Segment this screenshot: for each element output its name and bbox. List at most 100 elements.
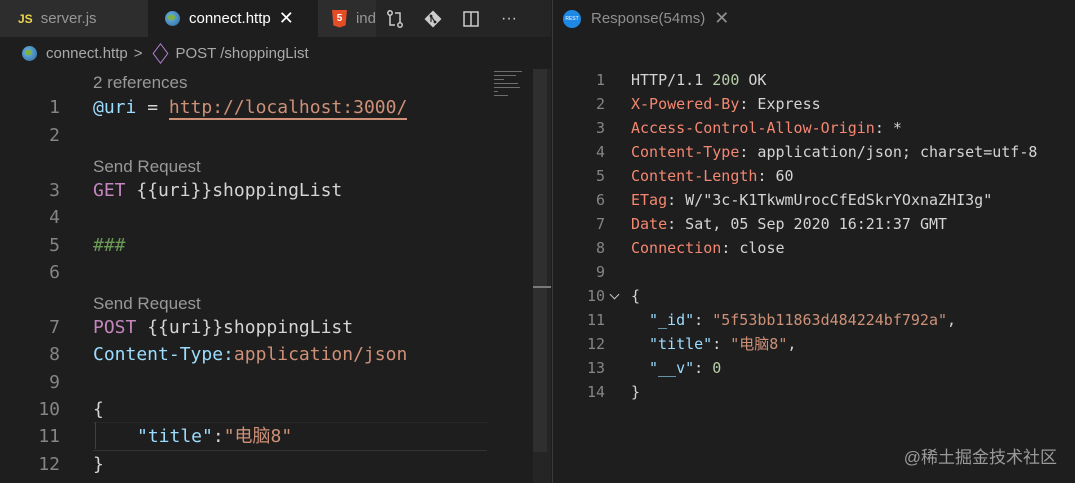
breadcrumb-symbol[interactable]: POST /shoppingList: [176, 45, 309, 62]
line-number: 4: [49, 207, 60, 228]
send-request-codelens[interactable]: Send Request: [93, 153, 201, 180]
response-line: 2 X-Powered-By: Express: [553, 92, 1075, 116]
line-number: 12: [586, 335, 605, 353]
url-link[interactable]: http://localhost:3000/: [168, 97, 408, 120]
response-line: 6 ETag: W/"3c-K1TkwmUrocCfEdSkrYOxnaZHI3…: [553, 188, 1075, 212]
line-number: 1: [49, 97, 60, 118]
line-number: 10: [38, 399, 60, 420]
response-pane: REST Response(54ms) ✕ 1 HTTP/1.1 200 OK …: [552, 0, 1075, 483]
http-method: POST: [93, 317, 137, 338]
line-number: 7: [49, 317, 60, 338]
minimap[interactable]: [494, 69, 532, 99]
symbol-cube-icon: [152, 42, 168, 64]
line-number: 11: [586, 311, 605, 329]
line-number: 6: [49, 262, 60, 283]
references-codelens[interactable]: 2 references: [93, 69, 188, 96]
json-colon: :: [694, 359, 713, 377]
response-line: 14 }: [553, 380, 1075, 404]
header-name: Content-Type: [631, 143, 740, 161]
line-number: 10: [586, 287, 605, 305]
js-file-icon: JS: [18, 11, 33, 26]
header-value: : application/json; charset=utf-8: [739, 143, 1038, 161]
line-number: 11: [38, 426, 60, 447]
header-name: Content-Type:: [93, 344, 234, 365]
tab-connect-http[interactable]: connect.http ✕: [148, 0, 318, 37]
line-number: 8: [595, 239, 605, 257]
editor-actions: ···: [376, 0, 551, 37]
close-icon[interactable]: ✕: [714, 8, 729, 29]
json-colon: :: [212, 426, 224, 447]
editor-scrollbar[interactable]: [533, 69, 551, 483]
line-number: 7: [595, 215, 605, 233]
header-value: : W/"3c-K1TkwmUrocCfEdSkrYOxnaZHI3g": [667, 191, 993, 209]
json-value: "5f53bb11863d484224bf792a": [712, 311, 948, 329]
code-line: 2: [0, 122, 532, 149]
header-name: Content-Length: [631, 167, 758, 185]
send-request-codelens[interactable]: Send Request: [93, 290, 201, 317]
code-line: 11 "title":"电脑8": [0, 423, 532, 450]
json-brace: }: [93, 454, 104, 475]
response-line: 1 HTTP/1.1 200 OK: [553, 68, 1075, 92]
breadcrumb-separator: >: [133, 44, 143, 62]
response-line: 12 "title": "电脑8",: [553, 332, 1075, 356]
scrollbar-cursor-marker: [533, 286, 551, 288]
line-number: 4: [595, 143, 605, 161]
response-line: 5 Content-Length: 60: [553, 164, 1075, 188]
line-number: 12: [38, 454, 60, 475]
git-button[interactable]: [414, 0, 452, 37]
code-editor[interactable]: 2 references 1 @uri = http://localhost:3…: [0, 69, 532, 483]
split-editor-button[interactable]: [452, 0, 490, 37]
line-number: 2: [49, 125, 60, 146]
request-separator: ###: [93, 235, 126, 256]
globe-icon: [165, 11, 180, 26]
response-line: 7 Date: Sat, 05 Sep 2020 16:21:37 GMT: [553, 212, 1075, 236]
open-changes-button[interactable]: [376, 0, 414, 37]
more-actions-icon: ···: [501, 9, 517, 27]
json-value: 0: [712, 359, 722, 377]
json-value: "电脑8": [223, 426, 293, 447]
variable-name: @uri: [93, 97, 137, 118]
header-value: : close: [721, 239, 785, 257]
request-target: {{uri}}shoppingList: [125, 180, 343, 201]
header-value: : 60: [757, 167, 794, 185]
breadcrumb: connect.http > POST /shoppingList: [0, 37, 551, 69]
line-number: 2: [595, 95, 605, 113]
request-target: {{uri}}shoppingList: [136, 317, 354, 338]
response-line: 4 Content-Type: application/json; charse…: [553, 140, 1075, 164]
header-value: application/json: [233, 344, 408, 365]
json-value: "电脑8": [730, 335, 788, 353]
tab-index-html[interactable]: 5 ind: [318, 0, 376, 37]
line-number: 3: [595, 119, 605, 137]
json-brace: }: [631, 383, 641, 401]
line-number: 5: [49, 235, 60, 256]
tab-response[interactable]: REST Response(54ms) ✕: [553, 0, 743, 37]
close-icon[interactable]: ✕: [279, 8, 294, 29]
code-line: 3 GET {{uri}}shoppingList: [0, 177, 532, 204]
html5-icon: 5: [332, 9, 347, 28]
rest-client-icon: REST: [563, 9, 581, 28]
tab-label: server.js: [40, 10, 97, 27]
json-comma: ,: [947, 311, 957, 329]
code-line: 9: [0, 369, 532, 396]
header-value: : Sat, 05 Sep 2020 16:21:37 GMT: [667, 215, 948, 233]
line-number: 8: [49, 344, 60, 365]
tab-server-js[interactable]: JS server.js: [0, 0, 148, 37]
response-line: 9: [553, 260, 1075, 284]
line-number: 5: [595, 167, 605, 185]
status-text: OK: [739, 71, 767, 89]
more-actions-button[interactable]: ···: [490, 0, 528, 37]
watermark: @稀土掘金技术社区: [903, 448, 1057, 467]
scrollbar-thumb[interactable]: [533, 69, 547, 452]
line-number: 9: [595, 263, 605, 281]
split-editor-icon: [463, 10, 479, 27]
chevron-down-icon[interactable]: [609, 289, 620, 300]
code-line: 7 POST {{uri}}shoppingList: [0, 314, 532, 341]
assign-operator: =: [136, 97, 169, 118]
breadcrumb-file[interactable]: connect.http: [46, 45, 128, 62]
json-key: "title": [137, 426, 213, 447]
header-name: Date: [631, 215, 668, 233]
code-line: 8 Content-Type:application/json: [0, 341, 532, 368]
header-name: Access-Control-Allow-Origin: [631, 119, 875, 137]
response-line: 11 "_id": "5f53bb11863d484224bf792a",: [553, 308, 1075, 332]
header-value: : Express: [739, 95, 821, 113]
